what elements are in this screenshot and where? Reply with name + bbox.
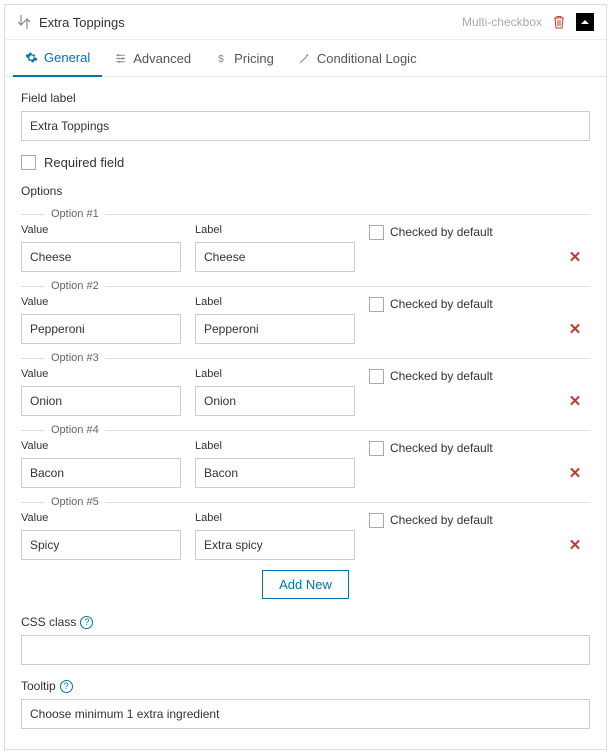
gear-icon — [25, 51, 38, 64]
option-value-header: Value — [21, 368, 181, 380]
field-type-label: Multi-checkbox — [462, 15, 542, 29]
remove-option-icon[interactable]: ✕ — [560, 392, 590, 410]
option-block: Option #1 Value Label Checked by default ✕ — [21, 208, 590, 272]
tab-conditional[interactable]: Conditional Logic — [286, 40, 429, 76]
tab-general[interactable]: General — [13, 40, 102, 77]
panel-header: Extra Toppings Multi-checkbox — [5, 5, 606, 40]
option-legend: Option #1 — [45, 208, 105, 220]
checked-default-checkbox[interactable] — [369, 513, 384, 528]
option-legend: Option #5 — [45, 496, 105, 508]
option-legend: Option #2 — [45, 280, 105, 292]
field-label-group: Field label — [21, 91, 590, 141]
tooltip-label: Tooltip — [21, 679, 56, 693]
checked-default-row[interactable]: Checked by default — [369, 225, 546, 240]
checked-default-label: Checked by default — [390, 297, 493, 311]
required-label: Required field — [44, 155, 124, 170]
option-block: Option #3 Value Label Checked by default ✕ — [21, 352, 590, 416]
option-value-input[interactable] — [21, 242, 181, 272]
option-legend: Option #3 — [45, 352, 105, 364]
option-block: Option #4 Value Label Checked by default ✕ — [21, 424, 590, 488]
option-value-header: Value — [21, 224, 181, 236]
required-checkbox[interactable] — [21, 155, 36, 170]
option-label-header: Label — [195, 224, 355, 236]
tab-pricing-label: Pricing — [234, 51, 274, 66]
checked-default-checkbox[interactable] — [369, 369, 384, 384]
add-new-button[interactable]: Add New — [262, 570, 349, 599]
checked-default-checkbox[interactable] — [369, 225, 384, 240]
option-label-input[interactable] — [195, 458, 355, 488]
checked-default-row[interactable]: Checked by default — [369, 513, 546, 528]
tab-conditional-label: Conditional Logic — [317, 51, 417, 66]
option-label-input[interactable] — [195, 242, 355, 272]
tooltip-group: Tooltip ? — [21, 679, 590, 729]
option-label-input[interactable] — [195, 386, 355, 416]
field-label-text: Field label — [21, 91, 590, 105]
checked-default-label: Checked by default — [390, 369, 493, 383]
remove-option-icon[interactable]: ✕ — [560, 536, 590, 554]
option-label-header: Label — [195, 296, 355, 308]
options-heading: Options — [21, 184, 590, 198]
checked-default-checkbox[interactable] — [369, 297, 384, 312]
option-value-header: Value — [21, 512, 181, 524]
checked-default-checkbox[interactable] — [369, 441, 384, 456]
css-class-group: CSS class ? — [21, 615, 590, 665]
option-value-header: Value — [21, 440, 181, 452]
option-value-header: Value — [21, 296, 181, 308]
tabs-bar: General Advanced $ Pricing Conditional L… — [5, 40, 606, 77]
collapse-toggle[interactable] — [576, 13, 594, 31]
checked-default-label: Checked by default — [390, 225, 493, 239]
checked-default-row[interactable]: Checked by default — [369, 297, 546, 312]
remove-option-icon[interactable]: ✕ — [560, 464, 590, 482]
checked-default-row[interactable]: Checked by default — [369, 369, 546, 384]
help-icon[interactable]: ? — [60, 680, 73, 693]
css-class-label: CSS class — [21, 615, 76, 629]
dollar-icon: $ — [215, 52, 228, 65]
option-label-header: Label — [195, 440, 355, 452]
option-block: Option #5 Value Label Checked by default ✕ — [21, 496, 590, 560]
remove-option-icon[interactable]: ✕ — [560, 248, 590, 266]
drag-handle-icon[interactable] — [17, 15, 31, 29]
options-list: Option #1ValueLabelChecked by default✕Op… — [21, 208, 590, 560]
option-legend: Option #4 — [45, 424, 105, 436]
option-label-input[interactable] — [195, 530, 355, 560]
panel-body: Field label Required field Options Optio… — [5, 77, 606, 749]
option-block: Option #2 Value Label Checked by default ✕ — [21, 280, 590, 344]
option-label-header: Label — [195, 512, 355, 524]
tab-advanced-label: Advanced — [133, 51, 191, 66]
checked-default-label: Checked by default — [390, 513, 493, 527]
required-field-row[interactable]: Required field — [21, 155, 590, 170]
tooltip-input[interactable] — [21, 699, 590, 729]
option-label-input[interactable] — [195, 314, 355, 344]
sliders-icon — [114, 52, 127, 65]
help-icon[interactable]: ? — [80, 616, 93, 629]
option-value-input[interactable] — [21, 386, 181, 416]
wand-icon — [298, 52, 311, 65]
tab-general-label: General — [44, 50, 90, 65]
trash-icon[interactable] — [552, 15, 566, 29]
checked-default-row[interactable]: Checked by default — [369, 441, 546, 456]
tab-pricing[interactable]: $ Pricing — [203, 40, 286, 76]
option-value-input[interactable] — [21, 458, 181, 488]
option-label-header: Label — [195, 368, 355, 380]
field-editor-panel: Extra Toppings Multi-checkbox General Ad… — [4, 4, 607, 750]
svg-text:$: $ — [218, 53, 224, 64]
tab-advanced[interactable]: Advanced — [102, 40, 203, 76]
option-value-input[interactable] — [21, 314, 181, 344]
css-class-input[interactable] — [21, 635, 590, 665]
option-value-input[interactable] — [21, 530, 181, 560]
panel-title: Extra Toppings — [39, 15, 125, 30]
remove-option-icon[interactable]: ✕ — [560, 320, 590, 338]
field-label-input[interactable] — [21, 111, 590, 141]
checked-default-label: Checked by default — [390, 441, 493, 455]
